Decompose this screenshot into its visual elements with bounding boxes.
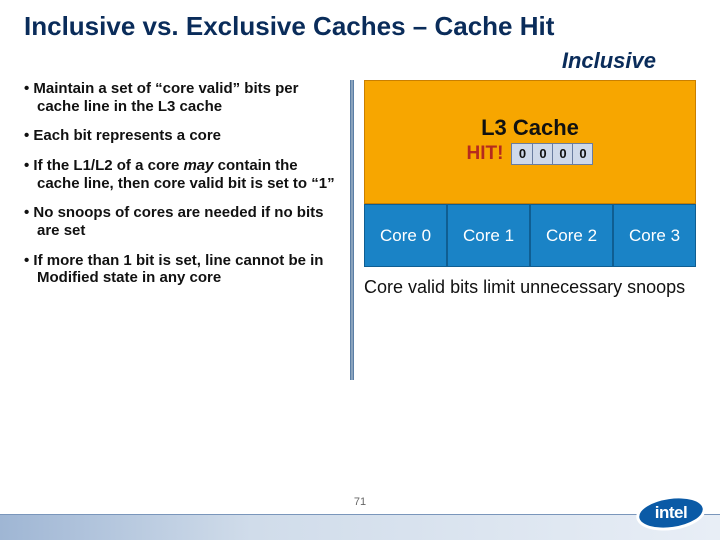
core-box-2: Core 2 [530, 204, 613, 267]
bullet-item: If more than 1 bit is set, line cannot b… [24, 252, 342, 287]
valid-bit-2: 0 [552, 144, 572, 164]
cache-diagram: L3 Cache HIT! 0 0 0 0 Core 0 Core 1 Core… [358, 80, 696, 380]
bullet-item: No snoops of cores are needed if no bits… [24, 204, 342, 239]
page-number: 71 [354, 496, 366, 508]
slide-subtitle: Inclusive [24, 48, 696, 74]
bullet-item: If the L1/L2 of a core may contain the c… [24, 157, 342, 192]
vertical-divider [350, 80, 354, 380]
bullet-list: Maintain a set of “core valid” bits per … [24, 80, 350, 380]
intel-logo: intel [636, 490, 706, 534]
core-row: Core 0 Core 1 Core 2 Core 3 [364, 204, 696, 267]
bullet-item: Each bit represents a core [24, 127, 342, 145]
core-box-1: Core 1 [447, 204, 530, 267]
logo-text: intel [636, 496, 706, 530]
valid-bits: 0 0 0 0 [511, 143, 593, 165]
footer-bar [0, 514, 720, 540]
diagram-caption: Core valid bits limit unnecessary snoops [364, 277, 696, 299]
l3-cache-box: L3 Cache HIT! 0 0 0 0 [364, 80, 696, 204]
core-box-0: Core 0 [364, 204, 447, 267]
hit-label: HIT! [467, 143, 504, 165]
bullet-item: Maintain a set of “core valid” bits per … [24, 80, 342, 115]
core-box-3: Core 3 [613, 204, 696, 267]
l3-cache-label: L3 Cache [373, 115, 687, 141]
slide-title: Inclusive vs. Exclusive Caches – Cache H… [24, 12, 696, 42]
valid-bit-0: 0 [512, 144, 532, 164]
valid-bit-3: 0 [572, 144, 592, 164]
valid-bit-1: 0 [532, 144, 552, 164]
